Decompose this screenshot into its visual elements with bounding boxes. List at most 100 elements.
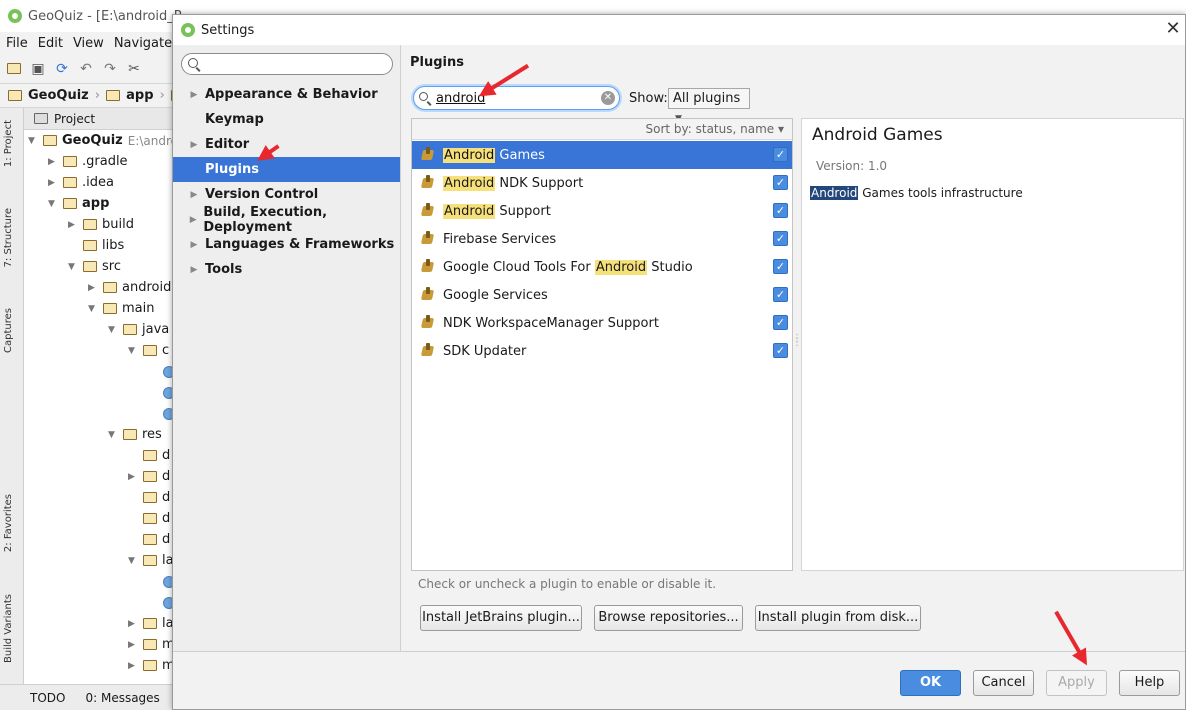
sort-by-header[interactable]: Sort by: status, name ▾ bbox=[412, 119, 792, 140]
expand-arrow-icon[interactable]: ▼ bbox=[28, 136, 38, 146]
clear-search-icon[interactable]: ✕ bbox=[601, 91, 615, 105]
expand-arrow-icon[interactable]: ▶ bbox=[88, 283, 98, 293]
plugin-row[interactable]: Android Games ✓ bbox=[412, 141, 792, 169]
expand-arrow-icon[interactable]: ▼ bbox=[128, 556, 138, 566]
install-jetbrains-plugin-button[interactable]: Install JetBrains plugin... bbox=[420, 605, 582, 631]
help-button[interactable]: Help bbox=[1119, 670, 1180, 696]
tree-item[interactable]: ▼ java bbox=[108, 319, 169, 340]
bottom-tab-todo[interactable]: TODO bbox=[30, 691, 65, 705]
close-icon[interactable]: ✕ bbox=[1163, 19, 1183, 39]
tree-item[interactable] bbox=[148, 403, 172, 424]
undo-icon[interactable]: ↶ bbox=[78, 61, 94, 77]
expand-arrow-icon[interactable]: ▶ bbox=[48, 178, 58, 188]
enable-plugin-checkbox[interactable]: ✓ bbox=[773, 203, 788, 218]
redo-icon[interactable]: ↷ bbox=[102, 61, 118, 77]
tree-item[interactable]: ▼ src bbox=[68, 256, 121, 277]
plugin-search-input[interactable] bbox=[436, 89, 596, 107]
apply-button[interactable]: Apply bbox=[1046, 670, 1107, 696]
enable-plugin-checkbox[interactable]: ✓ bbox=[773, 147, 788, 162]
ok-button[interactable]: OK bbox=[900, 670, 961, 696]
expand-arrow-icon[interactable]: ▶ bbox=[128, 472, 138, 482]
install-plugin-from-disk-button[interactable]: Install plugin from disk... bbox=[755, 605, 921, 631]
tree-item[interactable]: ▶ m bbox=[128, 634, 172, 655]
enable-plugin-checkbox[interactable]: ✓ bbox=[773, 259, 788, 274]
tree-item[interactable]: ▼ GeoQuiz E:\andro bbox=[28, 130, 172, 151]
tree-item[interactable]: ▼ c bbox=[128, 340, 169, 361]
settings-nav-item[interactable]: ▶ Tools bbox=[173, 257, 400, 282]
side-tab-build-variants[interactable]: Build Variants bbox=[3, 594, 14, 663]
tree-item[interactable] bbox=[148, 382, 172, 403]
expand-arrow-icon[interactable]: ▶ bbox=[128, 619, 138, 629]
settings-nav-item[interactable]: Keymap bbox=[173, 107, 400, 132]
expand-arrow-icon[interactable]: ▶ bbox=[68, 220, 78, 230]
plugin-row[interactable]: SDK Updater ✓ bbox=[412, 337, 792, 365]
plugin-row[interactable]: Android Support ✓ bbox=[412, 197, 792, 225]
menu-navigate[interactable]: Navigate bbox=[114, 36, 172, 51]
enable-plugin-checkbox[interactable]: ✓ bbox=[773, 287, 788, 302]
side-tab-favorites[interactable]: 2: Favorites bbox=[3, 494, 14, 552]
tree-item[interactable]: ▶ android bbox=[88, 277, 171, 298]
sync-icon[interactable]: ⟳ bbox=[54, 61, 70, 77]
breadcrumb-item[interactable]: GeoQuiz bbox=[28, 88, 89, 103]
breadcrumb-item[interactable]: app bbox=[126, 88, 153, 103]
expand-arrow-icon[interactable]: ▼ bbox=[68, 262, 78, 272]
expand-arrow-icon[interactable]: ▶ bbox=[128, 640, 138, 650]
tree-item[interactable] bbox=[148, 571, 172, 592]
tree-item[interactable]: ▶ la bbox=[128, 613, 172, 634]
settings-nav-item[interactable]: ▶ Appearance & Behavior bbox=[173, 82, 400, 107]
side-tab-project[interactable]: 1: Project bbox=[3, 120, 14, 167]
tree-item[interactable]: ▶ m bbox=[128, 655, 172, 676]
expand-arrow-icon[interactable]: ▶ bbox=[128, 661, 138, 671]
tree-item[interactable]: d bbox=[128, 529, 170, 550]
plugin-search-field[interactable]: ✕ bbox=[413, 86, 620, 110]
save-icon[interactable]: ▣ bbox=[30, 61, 46, 77]
plugin-row[interactable]: Android NDK Support ✓ bbox=[412, 169, 792, 197]
expand-arrow-icon[interactable]: ▶ bbox=[48, 157, 58, 167]
settings-nav-item[interactable]: Plugins bbox=[173, 157, 400, 182]
side-tab-structure[interactable]: 7: Structure bbox=[3, 208, 14, 267]
tree-item[interactable]: libs bbox=[68, 235, 124, 256]
show-filter-dropdown[interactable]: All plugins ▼ bbox=[668, 88, 750, 124]
enable-plugin-checkbox[interactable]: ✓ bbox=[773, 231, 788, 246]
expand-arrow-icon[interactable]: ▼ bbox=[88, 304, 98, 314]
menu-file[interactable]: File bbox=[6, 36, 28, 51]
tree-item[interactable]: ▶ .gradle bbox=[48, 151, 128, 172]
tree-item[interactable] bbox=[148, 592, 172, 613]
plugin-row[interactable]: Google Cloud Tools For Android Studio ✓ bbox=[412, 253, 792, 281]
enable-plugin-checkbox[interactable]: ✓ bbox=[773, 175, 788, 190]
expand-arrow-icon[interactable]: ▼ bbox=[48, 199, 58, 209]
open-folder-icon[interactable] bbox=[6, 61, 22, 77]
project-tab-label[interactable]: Project bbox=[54, 112, 95, 126]
cancel-button[interactable]: Cancel bbox=[973, 670, 1034, 696]
tree-item[interactable]: ▼ res bbox=[108, 424, 162, 445]
tree-item[interactable]: d bbox=[128, 445, 170, 466]
plugin-row[interactable]: NDK WorkspaceManager Support ✓ bbox=[412, 309, 792, 337]
expand-arrow-icon[interactable]: ▼ bbox=[108, 430, 118, 440]
side-tab-captures[interactable]: Captures bbox=[3, 308, 14, 353]
cut-icon[interactable]: ✂ bbox=[126, 61, 142, 77]
plugin-row[interactable]: Firebase Services ✓ bbox=[412, 225, 792, 253]
tree-item[interactable]: ▶ build bbox=[68, 214, 134, 235]
plugin-row[interactable]: Google Services ✓ bbox=[412, 281, 792, 309]
tree-item[interactable]: d bbox=[128, 508, 170, 529]
enable-plugin-checkbox[interactable]: ✓ bbox=[773, 343, 788, 358]
settings-nav-item[interactable]: ▶ Languages & Frameworks bbox=[173, 232, 400, 257]
settings-nav-item[interactable]: ▶ Build, Execution, Deployment bbox=[173, 205, 400, 235]
menu-edit[interactable]: Edit bbox=[38, 36, 63, 51]
tree-item[interactable]: ▼ la bbox=[128, 550, 172, 571]
browse-repositories-button[interactable]: Browse repositories... bbox=[594, 605, 743, 631]
tree-item[interactable]: ▶ .idea bbox=[48, 172, 114, 193]
menu-view[interactable]: View bbox=[73, 36, 104, 51]
bottom-tab-messages[interactable]: 0: Messages bbox=[85, 691, 159, 705]
expand-arrow-icon[interactable]: ▼ bbox=[108, 325, 118, 335]
enable-plugin-checkbox[interactable]: ✓ bbox=[773, 315, 788, 330]
expand-arrow-icon[interactable]: ▼ bbox=[128, 346, 138, 356]
settings-nav-item[interactable]: ▶ Editor bbox=[173, 132, 400, 157]
settings-search-input[interactable] bbox=[181, 53, 393, 75]
tree-item[interactable]: ▶ d bbox=[128, 466, 170, 487]
settings-nav-item[interactable]: ▶ Version Control bbox=[173, 182, 400, 207]
tree-item[interactable]: ▼ main bbox=[88, 298, 154, 319]
tree-item[interactable] bbox=[148, 361, 172, 382]
tree-item[interactable]: d bbox=[128, 487, 170, 508]
tree-item[interactable]: ▼ app bbox=[48, 193, 109, 214]
